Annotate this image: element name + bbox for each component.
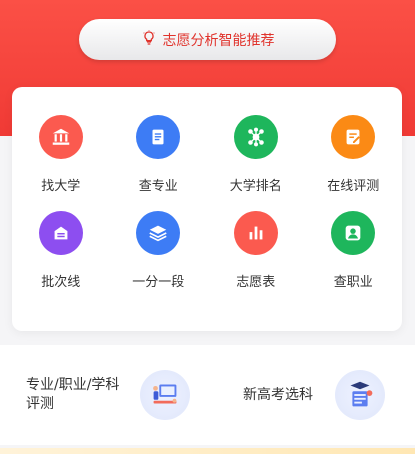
menu-item-label: 查专业 bbox=[138, 179, 178, 194]
menu-item-label: 大学排名 bbox=[229, 179, 282, 194]
menu-item-label: 一分一段 bbox=[132, 275, 185, 290]
card-new-gaokao-subjects[interactable]: 新高考选科 bbox=[243, 345, 385, 445]
layers-icon bbox=[136, 211, 181, 255]
card-label-line2: 评测 bbox=[26, 396, 54, 412]
team-illustration bbox=[140, 370, 190, 420]
menu-item-career[interactable]: 查职业 bbox=[305, 211, 403, 290]
card-label-line1: 专业/职业/学科 bbox=[26, 377, 120, 393]
graduate-illustration bbox=[335, 370, 385, 420]
menu-item-check-major[interactable]: 查专业 bbox=[110, 115, 208, 194]
chart-bars-icon bbox=[233, 211, 278, 255]
menu-row-1: 找大学 查专业 大学排名 在线评测 bbox=[12, 115, 402, 194]
person-icon bbox=[331, 211, 376, 255]
book-icon bbox=[136, 115, 181, 159]
menu-item-label: 在线评测 bbox=[327, 179, 380, 194]
menu-item-score-segment[interactable]: 一分一段 bbox=[110, 211, 208, 290]
lightbulb-icon bbox=[141, 29, 157, 50]
network-icon bbox=[233, 115, 278, 159]
card-label: 专业/职业/学科 评测 bbox=[26, 376, 134, 414]
smart-recommend-label: 志愿分析智能推荐 bbox=[162, 32, 275, 49]
menu-item-online-test[interactable]: 在线评测 bbox=[305, 115, 403, 194]
smart-recommend-button[interactable]: 志愿分析智能推荐 bbox=[79, 19, 336, 60]
university-icon bbox=[38, 115, 83, 159]
menu-item-label: 批次线 bbox=[41, 275, 81, 290]
card-label-line1: 新高考选科 bbox=[243, 386, 313, 403]
bottom-strip bbox=[0, 448, 415, 454]
menu-row-2: 批次线 一分一段 志愿表 查职业 bbox=[12, 211, 402, 290]
menu-item-volunteer-form[interactable]: 志愿表 bbox=[207, 211, 305, 290]
menu-item-batch-line[interactable]: 批次线 bbox=[12, 211, 110, 290]
batch-icon bbox=[38, 211, 83, 255]
menu-item-university-ranking[interactable]: 大学排名 bbox=[207, 115, 305, 194]
menu-item-find-university[interactable]: 找大学 bbox=[12, 115, 110, 194]
feature-cards: 专业/职业/学科 评测 新高考选科 bbox=[0, 345, 415, 445]
menu-item-label: 志愿表 bbox=[236, 275, 276, 290]
menu-item-label: 查职业 bbox=[333, 275, 373, 290]
menu-item-label: 找大学 bbox=[41, 179, 81, 194]
test-icon bbox=[331, 115, 376, 159]
card-major-career-test[interactable]: 专业/职业/学科 评测 bbox=[26, 345, 190, 445]
card-label: 新高考选科 bbox=[243, 386, 335, 405]
